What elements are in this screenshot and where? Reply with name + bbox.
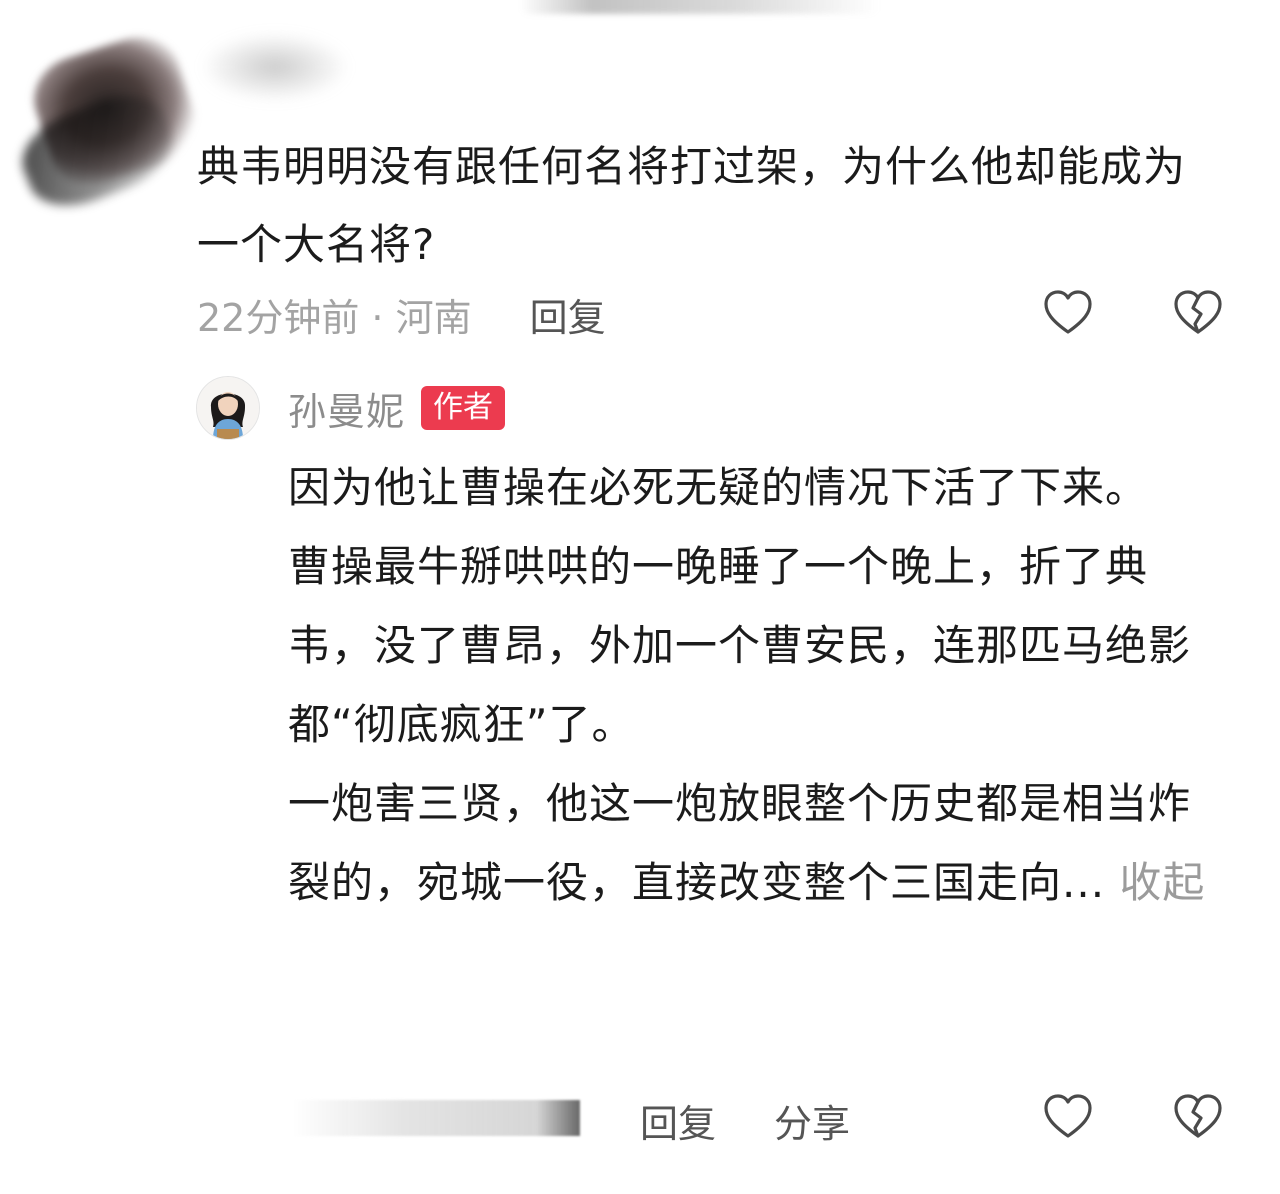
commenter-name-obscured <box>200 32 350 102</box>
heart-icon[interactable] <box>1041 286 1095 340</box>
comment-text: 典韦明明没有跟任何名将打过架，为什么他却能成为一个大名将? <box>197 142 1187 269</box>
reply-paragraph: 因为他让曹操在必死无疑的情况下活了下来。 <box>288 463 1149 512</box>
commenter-avatar[interactable] <box>10 6 210 221</box>
comment-reply-button[interactable]: 回复 <box>530 287 606 342</box>
author-avatar[interactable] <box>196 376 260 440</box>
author-header: 孙曼妮 作者 <box>288 381 506 436</box>
reply-paragraph: 曹操最牛掰哄哄的一晚睡了一个晚上，折了典韦，没了曹昂，外加一个曹安民，连那匹马绝… <box>288 542 1192 749</box>
reply-actions: 回复 分享 <box>640 1092 850 1148</box>
broken-heart-icon[interactable] <box>1171 286 1225 340</box>
reply-paragraph: 一炮害三贤，他这一炮放眼整个历史都是相当炸裂的，宛城一役，直接改变整个三国走向.… <box>288 764 1218 922</box>
collapse-link[interactable]: 收起 <box>1119 858 1205 907</box>
author-name[interactable]: 孙曼妮 <box>288 381 405 436</box>
broken-heart-icon[interactable] <box>1171 1090 1225 1144</box>
obscured-meta <box>290 1100 580 1136</box>
comment-time-location: 22分钟前 · 河南 <box>197 295 472 340</box>
reply-paragraph-text: 一炮害三贤，他这一炮放眼整个历史都是相当炸裂的，宛城一役，直接改变整个三国走向.… <box>288 779 1192 907</box>
heart-icon[interactable] <box>1041 1090 1095 1144</box>
share-button[interactable]: 分享 <box>774 1093 850 1148</box>
author-reply-text: 因为他让曹操在必死无疑的情况下活了下来。 曹操最牛掰哄哄的一晚睡了一个晚上，折了… <box>288 448 1218 922</box>
comment-meta: 22分钟前 · 河南 回复 <box>197 286 606 342</box>
author-badge: 作者 <box>421 386 506 430</box>
obscured-top-text <box>520 0 880 14</box>
reply-button[interactable]: 回复 <box>640 1093 716 1148</box>
